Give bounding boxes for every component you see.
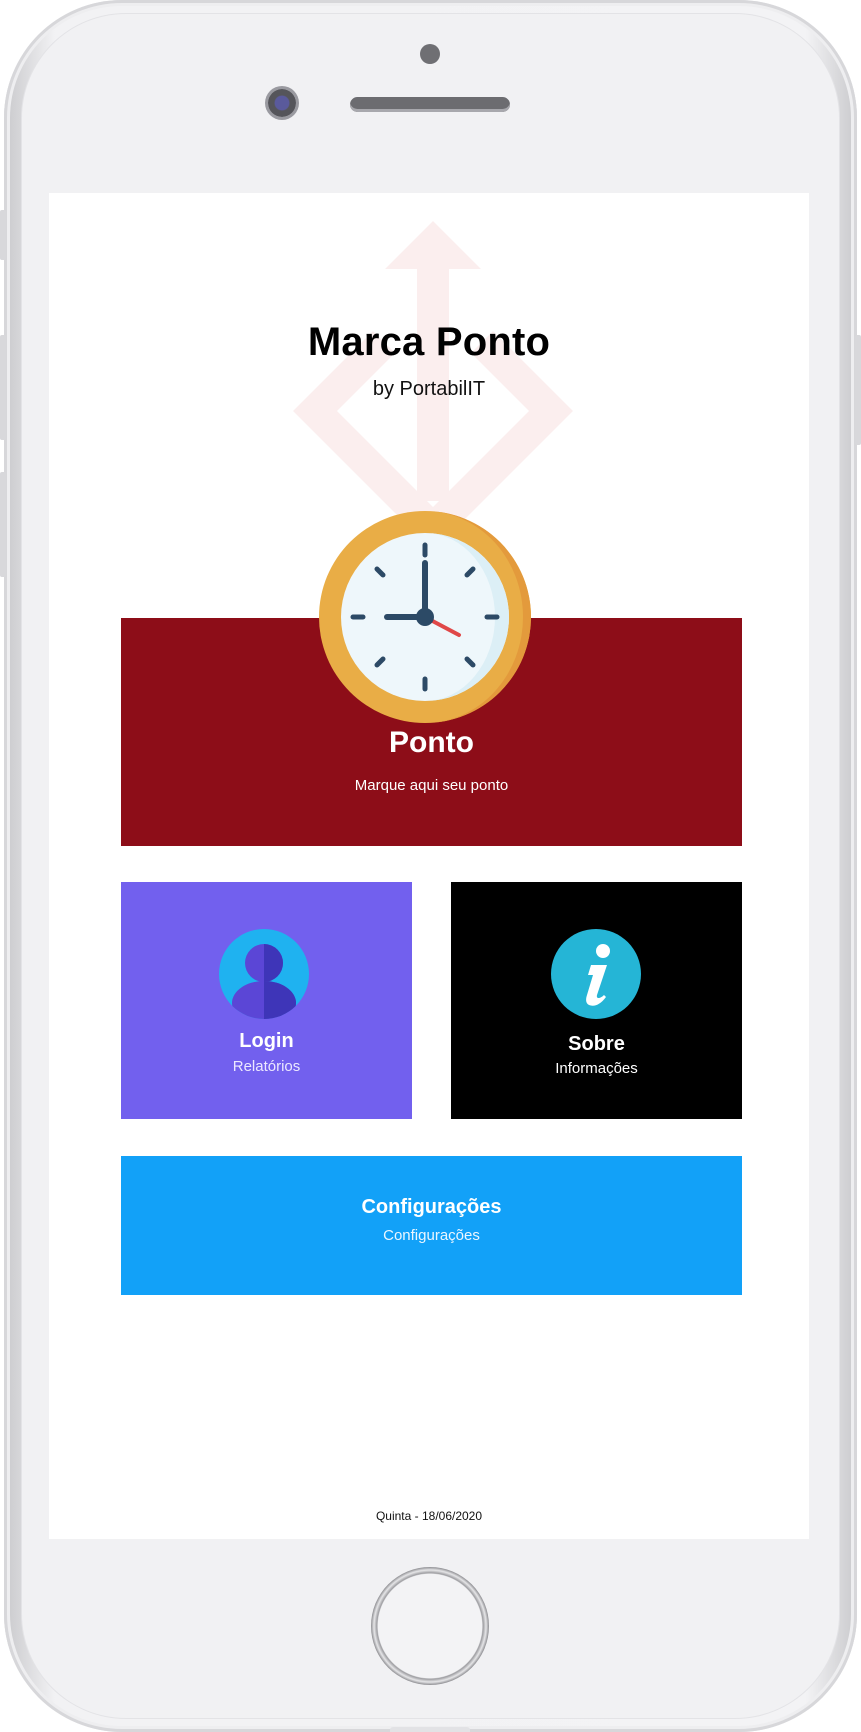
phone-mute-switch xyxy=(0,210,6,260)
sobre-tile[interactable]: Sobre Informações xyxy=(451,882,742,1119)
ponto-title: Ponto xyxy=(389,726,474,759)
sobre-subtitle: Informações xyxy=(555,1060,638,1077)
app-title: Marca Ponto xyxy=(307,320,551,364)
config-title: Configurações xyxy=(361,1196,502,1218)
ponto-subtitle: Marque aqui seu ponto xyxy=(354,777,509,794)
bottom-edge xyxy=(390,1727,470,1732)
login-subtitle: Relatórios xyxy=(232,1058,301,1075)
info-icon xyxy=(551,929,641,1019)
sobre-title: Sobre xyxy=(568,1033,625,1055)
phone-power-button xyxy=(855,335,861,445)
front-camera-icon xyxy=(268,89,296,117)
home-button[interactable] xyxy=(371,1567,489,1685)
earpiece-speaker xyxy=(350,97,510,112)
login-title: Login xyxy=(239,1030,294,1052)
clock-icon[interactable] xyxy=(319,511,531,723)
login-tile[interactable]: Login Relatórios xyxy=(121,882,412,1119)
phone-volume-up xyxy=(0,335,6,440)
app-subtitle: by PortabilIT xyxy=(372,378,486,400)
user-icon xyxy=(219,929,309,1019)
proximity-sensor xyxy=(420,44,440,64)
device-mockup: Marca Ponto by PortabilIT Ponto Marque a… xyxy=(0,0,861,1732)
config-subtitle: Configurações xyxy=(383,1227,480,1244)
app-screen: Marca Ponto by PortabilIT Ponto Marque a… xyxy=(49,193,809,1539)
phone-volume-down xyxy=(0,472,6,577)
footer-date: Quinta - 18/06/2020 xyxy=(375,1509,483,1523)
config-tile[interactable]: Configurações Configurações xyxy=(121,1156,742,1295)
